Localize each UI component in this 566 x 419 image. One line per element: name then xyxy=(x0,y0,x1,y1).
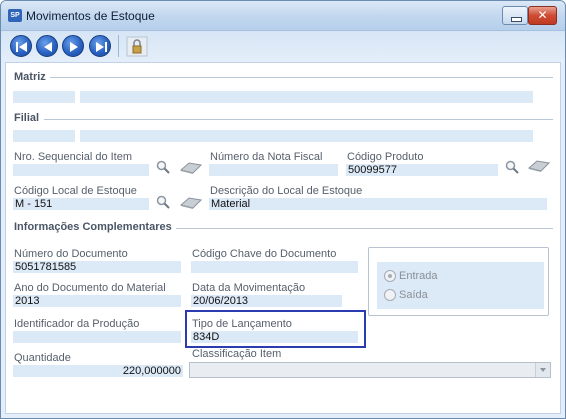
title-bar[interactable]: SP Movimentos de Estoque xyxy=(1,1,565,31)
chevron-down-icon[interactable] xyxy=(535,363,550,377)
entrada-radio-label: Entrada xyxy=(399,270,438,282)
nro-sequencial-field[interactable] xyxy=(13,164,149,176)
eraser-icon[interactable] xyxy=(180,196,202,210)
ano-documento-field[interactable]: 2013 xyxy=(13,295,181,307)
search-icon[interactable] xyxy=(156,160,170,174)
eraser-icon[interactable] xyxy=(528,159,550,173)
section-divider xyxy=(50,77,553,78)
minimize-button[interactable] xyxy=(502,6,528,25)
movimentos-estoque-window: SP Movimentos de Estoque ✕ Matriz Filial… xyxy=(0,0,566,419)
eraser-icon[interactable] xyxy=(180,161,202,175)
identificador-producao-label: Identificador da Produção xyxy=(14,318,140,330)
tipo-lancamento-field[interactable]: 834D xyxy=(191,331,358,343)
data-movimentacao-field[interactable]: 20/06/2013 xyxy=(191,295,342,307)
first-record-button[interactable] xyxy=(10,35,32,57)
next-record-button[interactable] xyxy=(62,35,84,57)
window-title: Movimentos de Estoque xyxy=(26,9,155,23)
search-icon[interactable] xyxy=(505,160,519,174)
codigo-local-label: Código Local de Estoque xyxy=(14,185,137,197)
codigo-produto-label: Código Produto xyxy=(347,151,424,163)
saida-radio[interactable] xyxy=(384,289,396,301)
search-icon[interactable] xyxy=(156,195,170,209)
next-icon xyxy=(70,42,78,52)
skip-first-icon xyxy=(16,42,27,52)
descricao-local-label: Descrição do Local de Estoque xyxy=(210,185,363,197)
section-matriz-label: Matriz xyxy=(14,71,50,83)
last-record-button[interactable] xyxy=(89,35,111,57)
section-filial-label: Filial xyxy=(14,112,44,124)
matriz-code-field[interactable] xyxy=(13,91,75,103)
skip-last-icon xyxy=(96,42,107,52)
nro-sequencial-label: Nro. Sequencial do Item xyxy=(14,151,133,163)
tipo-lancamento-label: Tipo de Lançamento xyxy=(192,318,292,330)
previous-record-button[interactable] xyxy=(36,35,58,57)
saida-radio-label: Saída xyxy=(399,289,428,301)
app-icon: SP xyxy=(8,9,22,22)
data-movimentacao-label: Data da Movimentação xyxy=(192,282,306,294)
codigo-produto-field[interactable]: 50099577 xyxy=(346,164,498,176)
lock-icon xyxy=(126,36,148,57)
codigo-chave-label: Código Chave do Documento xyxy=(192,248,337,260)
toolbar-separator xyxy=(118,35,119,57)
close-button[interactable] xyxy=(528,6,557,25)
filial-code-field[interactable] xyxy=(13,130,75,142)
matriz-name-field[interactable] xyxy=(80,91,533,103)
entrada-radio[interactable] xyxy=(384,270,396,282)
section-info-label: Informações Complementares xyxy=(14,221,176,233)
identificador-producao-field[interactable] xyxy=(13,331,181,343)
numero-documento-label: Número do Documento xyxy=(14,248,128,260)
classificacao-item-select[interactable] xyxy=(189,362,551,378)
quantidade-label: Quantidade xyxy=(14,352,71,364)
ano-documento-label: Ano do Documento do Material xyxy=(14,282,166,294)
descricao-local-field[interactable]: Material xyxy=(209,198,547,210)
codigo-chave-field[interactable] xyxy=(191,261,358,273)
numero-documento-field[interactable]: 5051781585 xyxy=(13,261,181,273)
section-divider xyxy=(44,119,553,120)
previous-icon xyxy=(44,42,52,52)
filial-name-field[interactable] xyxy=(80,130,533,142)
quantidade-field[interactable]: 220,000000 xyxy=(13,365,183,377)
codigo-local-field[interactable]: M - 151 xyxy=(13,198,149,210)
numero-nota-label: Número da Nota Fiscal xyxy=(210,151,323,163)
classificacao-item-label: Classificação Item xyxy=(192,348,282,360)
lock-button[interactable] xyxy=(125,34,149,58)
navigation-toolbar xyxy=(1,31,565,61)
section-divider xyxy=(156,228,553,229)
numero-nota-field[interactable] xyxy=(209,164,338,176)
classificacao-item-value xyxy=(190,364,192,376)
